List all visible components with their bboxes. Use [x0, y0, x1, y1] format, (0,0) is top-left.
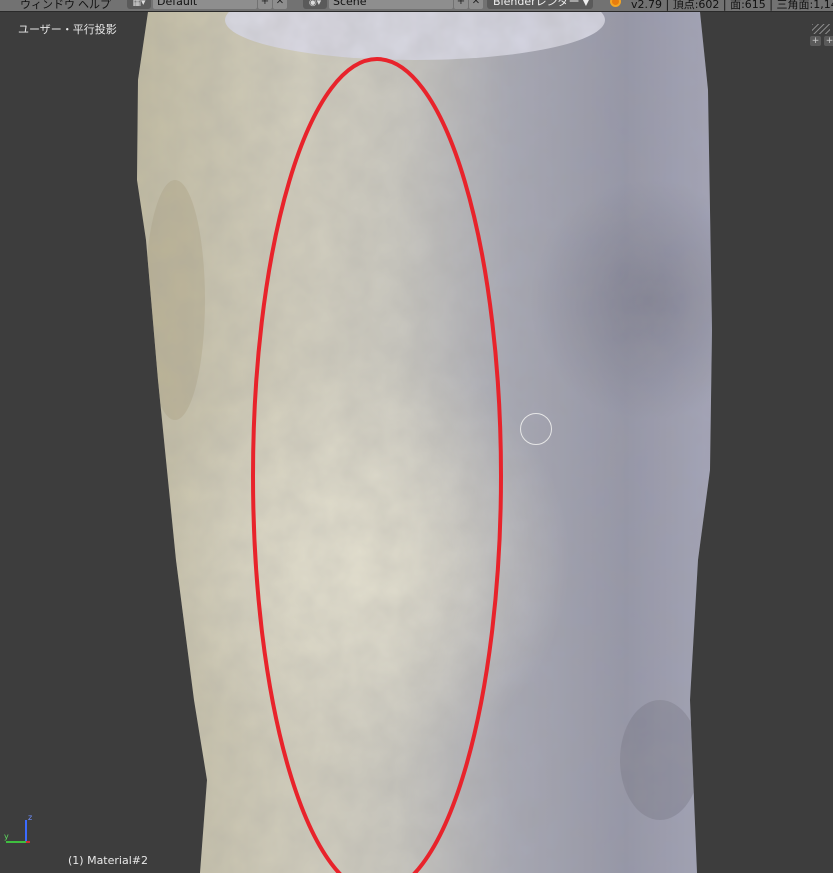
view-projection-label: ユーザー・平行投影	[18, 23, 117, 36]
add-scene-button[interactable]: +	[454, 0, 468, 9]
add-layout-button[interactable]: +	[258, 0, 272, 9]
toolshelf-toggle-button[interactable]: +	[810, 36, 821, 46]
menu-help[interactable]: ヘルプ	[78, 0, 111, 11]
blender-logo-icon	[610, 0, 621, 7]
3d-viewport[interactable]: ユーザー・平行投影 (1) Material#2 + + z y	[0, 12, 833, 873]
screen-layout-icon[interactable]: ▦▾	[127, 0, 151, 9]
active-object-label: (1) Material#2	[68, 854, 148, 867]
axis-gizmo-icon: z y	[4, 813, 32, 843]
chevron-down-icon: ▼	[582, 0, 589, 7]
properties-toggle-button[interactable]: +	[824, 36, 833, 46]
mesh-model	[137, 12, 712, 873]
render-engine-label: Blenderレンダー	[493, 0, 580, 8]
remove-scene-button[interactable]: ✕	[469, 0, 483, 9]
scene-icon[interactable]: ◉▾	[303, 0, 327, 9]
remove-layout-button[interactable]: ✕	[273, 0, 287, 9]
info-header: ウィンドウ ヘルプ ▦▾ Default + ✕ ◉▾ Scene + ✕ Bl…	[0, 0, 833, 12]
screen-layout-group: ▦▾ Default + ✕	[127, 0, 287, 9]
screen-layout-field[interactable]: Default	[153, 0, 257, 9]
menu-window[interactable]: ウィンドウ	[20, 0, 75, 11]
scene-group: ◉▾ Scene + ✕	[303, 0, 483, 9]
axis-y-label: y	[4, 832, 9, 841]
scene-stats: v2.79 | 頂点:602 | 面:615 | 三角面:1,146 |	[631, 0, 833, 11]
area-split-handle-icon[interactable]	[812, 24, 830, 34]
3d-cursor-icon[interactable]	[520, 413, 552, 445]
axis-z-label: z	[28, 813, 32, 822]
scene-field[interactable]: Scene	[329, 0, 453, 9]
render-engine-dropdown[interactable]: Blenderレンダー ▼	[487, 0, 593, 9]
